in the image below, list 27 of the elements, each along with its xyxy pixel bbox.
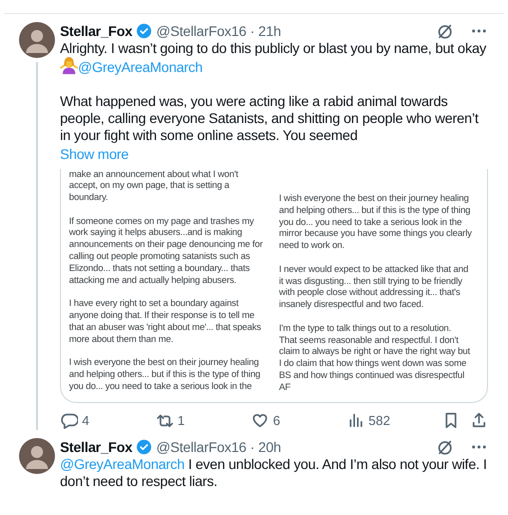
screenshot-text: If someone comes on my page and trashes my work saying it helps abusers...and is making announcements on their page denouncing me for calling out people promoting satanists such as Elizondo... thats not setting a boundary... thats attacking me and actually helping abusers.: [69, 216, 264, 286]
speech-bubble-icon: [60, 411, 78, 430]
share-icon[interactable]: [470, 411, 488, 430]
screenshot-text: I wish everyone the best on their journey healing and helping others... but if this is the type of thing you do... you need to take a serious look in the: [69, 357, 262, 393]
tweet-text: Alrighty. I wasn’t going to do this publicly or blast you by name, but okay @GreyAreaMonarch: [60, 40, 488, 76]
screenshot-text: make an announcement about what I won't accept, on my own page, that is setting a boundary.: [69, 168, 240, 204]
attached-image[interactable]: [60, 168, 488, 403]
slash-circle-icon[interactable]: [436, 22, 454, 40]
screenshot-text: I have every right to set a boundary against anyone doing that. If their response is to tell me that an abuser was 'right about me'... that speaks more about them than me.: [69, 298, 262, 346]
handle-and-time: @StellarFox16 · 20h: [156, 438, 281, 456]
screenshot-text: I never would expect to be attacked like that and it was disgusting... then still trying to be friendly with people close without addressing it... that's insanely disrespectful and two faced.: [279, 264, 470, 312]
handle-and-time: @StellarFox16 · 21h: [156, 22, 281, 40]
avatar[interactable]: [19, 438, 55, 474]
tweet-text: @GreyAreaMonarch I even unblocked you. And I’m also not your wife. I don’t need to respect liars.: [60, 456, 488, 490]
avatar[interactable]: [19, 22, 55, 58]
reply-button[interactable]: 4: [60, 410, 156, 430]
slash-circle-icon[interactable]: [436, 438, 454, 456]
screenshot-text: I'm the type to talk things out to a resolution. That seems reasonable and respectful. I don't claim to always be right or have the right way but I do claim that how things went down was some BS and how things continued was disrespectful AF: [279, 322, 472, 394]
views-button[interactable]: 582: [346, 410, 442, 430]
display-name[interactable]: Stellar_Fox: [60, 438, 132, 456]
screenshot-text: I wish everyone the best on their journey healing and helping others... but if this is the type of thing you do... you need to take a serious look in the mirror because you have some things you clearly need to work on.: [279, 193, 473, 252]
display-name[interactable]: Stellar_Fox: [60, 22, 132, 40]
heart-icon: [251, 411, 269, 430]
shrug-icon: [60, 57, 78, 75]
tweet-text: What happened was, you were acting like a rabid animal towards people, calling everyone Satanists, and shitting on people who weren’t in your fight with some online assets. You seemed: [60, 93, 480, 144]
repost-button[interactable]: 1: [156, 410, 251, 430]
like-button[interactable]: 6: [251, 410, 346, 430]
